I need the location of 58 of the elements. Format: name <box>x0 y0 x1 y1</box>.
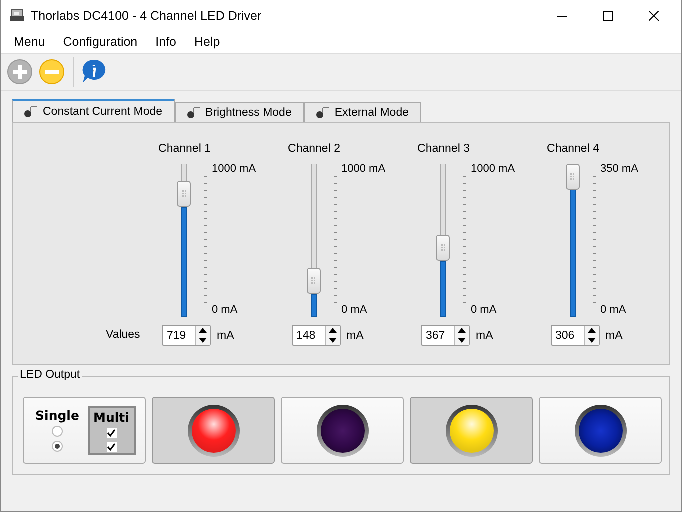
tab[interactable]: Brightness Mode <box>174 102 304 122</box>
max-label: 1000 mA <box>471 163 516 175</box>
add-icon[interactable] <box>7 59 33 85</box>
menu-item[interactable]: Info <box>146 35 186 49</box>
up-arrow-icon[interactable] <box>588 328 596 334</box>
min-label: 0 mA <box>600 304 628 316</box>
unit-label: mA <box>346 330 364 342</box>
up-arrow-icon[interactable] <box>199 328 207 334</box>
max-label: 350 mA <box>600 163 638 175</box>
app-icon <box>9 8 25 22</box>
unit-label: mA <box>606 330 623 342</box>
channel-label: Channel 2 <box>287 143 342 157</box>
single-toggle[interactable]: Single <box>34 406 82 455</box>
radio-button[interactable] <box>52 426 63 437</box>
min-label: 0 mA <box>212 304 239 316</box>
menu-item[interactable]: Menu <box>5 35 54 49</box>
window-title: Thorlabs DC4100 - 4 Channel LED Driver <box>31 8 262 22</box>
slider-handle[interactable] <box>306 268 320 294</box>
tab[interactable]: External Mode <box>304 102 421 122</box>
radio-button[interactable] <box>52 441 63 452</box>
unit-label: mA <box>476 330 494 342</box>
single-label: Single <box>36 408 80 423</box>
menu-item[interactable]: Help <box>186 35 230 49</box>
min-label: 0 mA <box>342 304 368 316</box>
max-label: 1000 mA <box>342 163 386 175</box>
values-label: Values <box>106 329 140 341</box>
down-arrow-icon[interactable] <box>328 338 336 343</box>
max-label: 1000 mA <box>212 163 256 175</box>
multi-toggle[interactable]: Multi <box>88 406 136 455</box>
up-arrow-icon[interactable] <box>328 328 336 334</box>
slider-handle[interactable] <box>436 234 450 261</box>
checkbox[interactable] <box>106 428 116 438</box>
info-icon[interactable] <box>82 59 106 85</box>
led-button[interactable] <box>539 397 662 464</box>
value-spinbox[interactable]: 306 <box>550 325 600 346</box>
unit-label: mA <box>217 330 234 342</box>
up-arrow-icon[interactable] <box>458 328 466 334</box>
down-arrow-icon[interactable] <box>588 338 596 343</box>
maximize-icon[interactable] <box>603 10 613 20</box>
down-arrow-icon[interactable] <box>458 338 466 343</box>
multi-label: Multi <box>94 410 130 425</box>
down-arrow-icon[interactable] <box>199 338 207 343</box>
slider-handle[interactable] <box>566 164 580 190</box>
close-icon[interactable] <box>649 10 659 20</box>
channel-label: Channel 1 <box>158 143 212 157</box>
value-spinbox[interactable]: 367 <box>421 325 470 346</box>
group-title: LED Output <box>18 369 82 381</box>
slider-handle[interactable] <box>177 180 191 207</box>
checkbox[interactable] <box>106 442 116 452</box>
min-label: 0 mA <box>471 304 498 316</box>
tab[interactable]: Constant Current Mode <box>12 99 175 122</box>
value-spinbox[interactable]: 719 <box>162 325 211 346</box>
menu-item[interactable]: Configuration <box>54 35 147 49</box>
channel-label: Channel 4 <box>546 143 600 157</box>
led-button[interactable] <box>281 397 404 464</box>
channel-label: Channel 3 <box>416 143 471 157</box>
value-spinbox[interactable]: 148 <box>292 325 340 346</box>
led-button[interactable] <box>410 397 533 464</box>
